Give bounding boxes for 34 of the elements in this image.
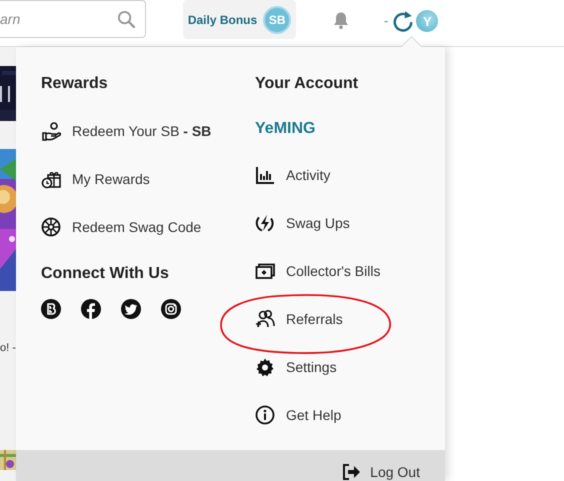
- snippet-text: o! -: [0, 341, 16, 355]
- facebook-icon[interactable]: [81, 299, 101, 319]
- menu-item[interactable]: My Rewards: [41, 155, 255, 203]
- section-heading: Rewards: [41, 74, 109, 94]
- menu-item[interactable]: Redeem Your SB - SB: [41, 107, 255, 155]
- lightning-icon: [255, 213, 275, 233]
- search-field[interactable]: arn: [0, 0, 146, 38]
- daily-bonus-button[interactable]: Daily Bonus SB: [183, 0, 296, 39]
- menu-item[interactable]: Redeem Swag Code: [41, 203, 255, 251]
- bell-icon[interactable]: [332, 11, 350, 30]
- search-icon: [117, 10, 135, 28]
- settings-icon: [255, 357, 275, 377]
- info-icon: [255, 405, 275, 425]
- gift-clock-icon: [41, 169, 61, 189]
- hand-icon: [41, 121, 61, 141]
- menu-item[interactable]: Activity: [255, 151, 380, 199]
- menu-item[interactable]: Collector's Bills: [255, 247, 380, 295]
- username: YeMING: [255, 119, 316, 139]
- section-heading: Connect With Us: [41, 264, 170, 284]
- logout-icon: [342, 463, 360, 481]
- menu-item[interactable]: Settings: [255, 343, 380, 391]
- twitter-icon[interactable]: [121, 299, 141, 319]
- instagram-icon[interactable]: [161, 299, 181, 319]
- bills-icon: [255, 261, 275, 281]
- wheel-icon: [41, 217, 61, 237]
- refresh-icon[interactable]: [392, 10, 414, 32]
- balance-text: -: [384, 12, 388, 30]
- menu-item[interactable]: Swag Ups: [255, 199, 380, 247]
- section-heading: Your Account: [255, 74, 360, 94]
- b-logo-icon[interactable]: [41, 299, 61, 319]
- logout-link[interactable]: Log Out: [342, 463, 420, 481]
- menu-item[interactable]: Get Help: [255, 391, 380, 439]
- bar-chart-icon: [255, 165, 275, 185]
- people-icon: [255, 309, 275, 329]
